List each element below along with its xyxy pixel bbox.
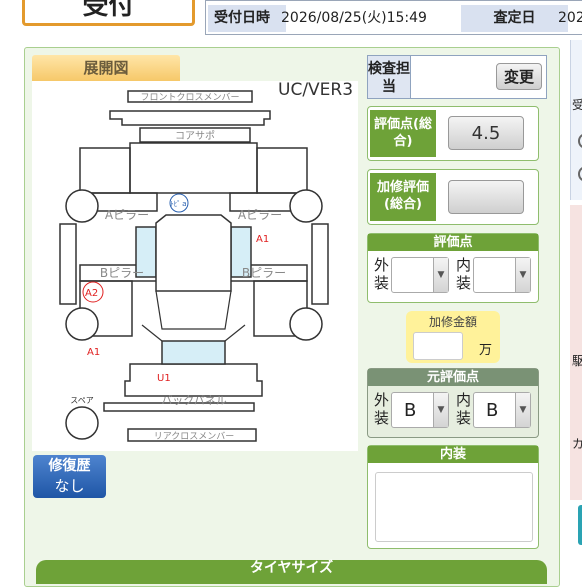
a-pillar-right-label: Aピラー: [238, 208, 282, 222]
rear-pillar-right-line: [224, 324, 246, 342]
back-panel-shape[interactable]: [124, 363, 263, 397]
chevron-down-icon: ▼: [433, 393, 448, 427]
car-diagram[interactable]: フロントクロスメンバー コアサポ Aピラー Aピラー Bピラー Bピラー バック…: [32, 81, 358, 451]
hood-mark-text: ﾄﾋﾟａ: [170, 200, 188, 208]
rear-left-wheel-shape[interactable]: [65, 307, 99, 341]
original-score-exterior-value: B: [404, 400, 417, 421]
front-bumper-shape[interactable]: [109, 110, 271, 126]
rear-pillar-left-line: [141, 324, 163, 342]
right-edge-text-3: カ: [572, 437, 582, 451]
chevron-down-icon: ▼: [515, 393, 530, 427]
hood-shape[interactable]: [129, 142, 258, 194]
mark-a1-right[interactable]: A1: [256, 234, 269, 245]
hyokaten-title: 評価点: [368, 234, 538, 251]
original-score-exterior-label: 外装: [374, 391, 390, 427]
score-label: 評価点(総合): [370, 110, 436, 157]
received-datetime-label: 受付日時: [208, 5, 286, 32]
repair-amount-label: 加修金額: [428, 315, 477, 329]
front-left-fender-shape[interactable]: [79, 147, 131, 194]
right-edge-panel: 受 駆 カ: [568, 0, 582, 572]
tire-size-header: タイヤサイズ: [36, 560, 547, 584]
inspector-change-button[interactable]: 変更: [496, 63, 542, 90]
a-pillar-left-label: Aピラー: [105, 208, 149, 222]
hyokaten-exterior-label: 外装: [374, 256, 390, 292]
chevron-down-icon: ▼: [515, 258, 530, 292]
diagram-title-tab: 展開図: [32, 55, 180, 81]
uketsuke-title: 受付: [22, 0, 195, 26]
right-edge-text-1: 受: [572, 98, 582, 112]
right-edge-teal-button[interactable]: [578, 505, 582, 545]
received-datetime-value: 2026/08/25(火)15:49: [281, 10, 427, 26]
interior-title: 内装: [368, 446, 538, 463]
hyokaten-exterior-select[interactable]: ▼: [391, 257, 449, 293]
header-info-bar: 受付日時 2026/08/25(火)15:49 査定日 202: [205, 0, 582, 35]
interior-textarea[interactable]: [375, 472, 533, 542]
original-score-interior-label: 内装: [456, 391, 472, 427]
repair-eval-label: 加修評価(総合): [370, 173, 436, 221]
mark-a2-left[interactable]: A2: [85, 288, 98, 299]
repair-eval-button[interactable]: [448, 180, 524, 214]
rear-cross-member-label: リアクロスメンバー: [154, 431, 235, 442]
front-cross-member-label: フロントクロスメンバー: [140, 92, 239, 103]
b-pillar-left-label: Bピラー: [100, 266, 144, 280]
inspector-label: 検査担当: [367, 55, 411, 99]
core-support-label: コアサポ: [175, 130, 215, 142]
original-score-exterior-select[interactable]: B ▼: [391, 392, 449, 428]
b-pillar-right-label: Bピラー: [242, 266, 286, 280]
diagram-version: UC/VER3: [278, 80, 354, 100]
repair-history-label: 修復歴: [48, 458, 91, 474]
repair-history-button[interactable]: 修復歴 なし: [33, 455, 106, 498]
original-score-interior-select[interactable]: B ▼: [473, 392, 531, 428]
back-panel-label: バックパネル: [161, 394, 226, 407]
hyokaten-interior-select[interactable]: ▼: [473, 257, 531, 293]
score-value-button[interactable]: 4.5: [448, 116, 524, 150]
mark-a1-left[interactable]: A1: [87, 347, 100, 358]
repair-amount-unit: 万: [479, 343, 493, 358]
repair-amount-input[interactable]: [413, 332, 463, 360]
front-right-fender-shape[interactable]: [256, 147, 308, 194]
mark-u1[interactable]: U1: [157, 373, 171, 384]
repair-history-value: なし: [54, 477, 85, 495]
chevron-down-icon: ▼: [433, 258, 448, 292]
original-score-interior-value: B: [486, 400, 499, 421]
right-edge-text-2: 駆: [572, 354, 582, 368]
front-right-wheel-shape[interactable]: [289, 189, 323, 223]
car-diagram-svg: フロントクロスメンバー コアサポ Aピラー Aピラー Bピラー Bピラー バック…: [59, 90, 329, 442]
right-sill-shape[interactable]: [311, 223, 329, 305]
assessment-date-label: 査定日: [461, 5, 568, 32]
original-score-title: 元評価点: [368, 369, 538, 386]
rear-window-shape[interactable]: [161, 340, 226, 365]
roof-shape[interactable]: [155, 214, 232, 292]
trunk-outline: [155, 290, 232, 330]
spare-label: スペア: [70, 396, 93, 405]
front-left-wheel-shape[interactable]: [65, 189, 99, 223]
hyokaten-interior-label: 内装: [456, 256, 472, 292]
spare-wheel-shape[interactable]: [65, 406, 99, 440]
left-sill-shape[interactable]: [59, 223, 77, 305]
rear-right-wheel-shape[interactable]: [289, 307, 323, 341]
